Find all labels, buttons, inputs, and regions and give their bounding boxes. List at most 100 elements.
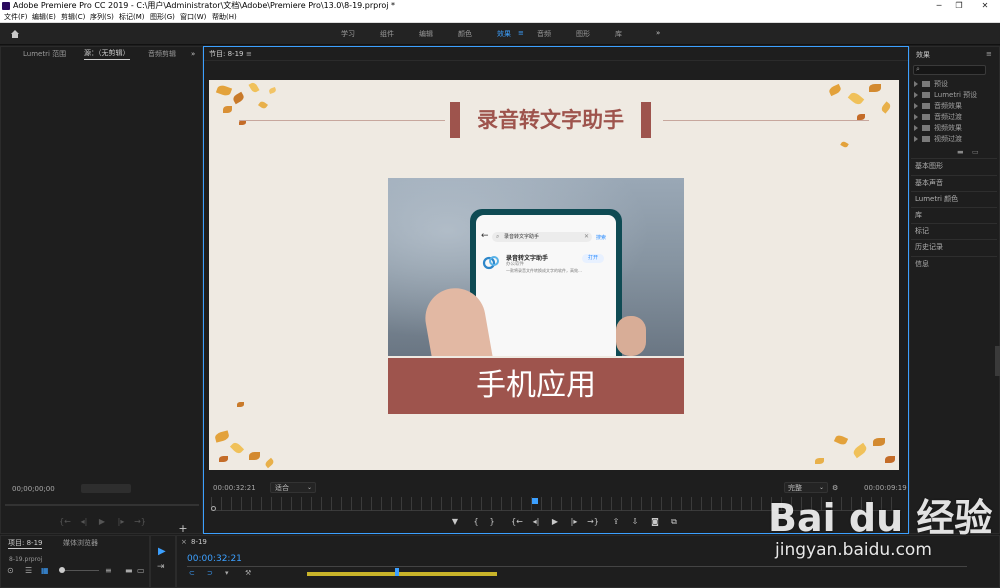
tab-project[interactable]: 项目: 8-19 bbox=[8, 538, 43, 549]
workspace-effects-menu-icon[interactable]: ≡ bbox=[518, 29, 524, 37]
new-bin-folder-icon[interactable]: ▬ bbox=[957, 148, 964, 156]
thumbnail-size-slider[interactable] bbox=[59, 570, 99, 571]
timeline-timecode[interactable]: 00:00:32:21 bbox=[187, 554, 242, 564]
effects-tree-item-audio-transitions[interactable]: 音频过渡 bbox=[914, 112, 962, 122]
source-timecode[interactable]: 00;00;00;00 bbox=[12, 485, 55, 493]
menu-file[interactable]: 文件(F) bbox=[4, 12, 28, 23]
maximize-button[interactable]: ❐ bbox=[948, 0, 970, 12]
tab-audio-clip-mixer[interactable]: 音频剪辑 bbox=[148, 47, 176, 61]
menu-marker[interactable]: 标记(M) bbox=[119, 12, 145, 23]
source-overflow-icon[interactable]: » bbox=[191, 47, 195, 61]
workspace-learn[interactable]: 学习 bbox=[341, 29, 355, 39]
thumbnail-slider-handle[interactable] bbox=[59, 567, 65, 573]
go-to-in-icon[interactable]: {← bbox=[511, 517, 523, 526]
workspace-graphics[interactable]: 图形 bbox=[576, 29, 590, 39]
timeline-playhead[interactable] bbox=[395, 568, 399, 576]
app-logo-icon bbox=[482, 253, 500, 271]
mark-out-icon[interactable]: →} bbox=[134, 517, 146, 526]
tab-source[interactable]: 源：（无剪辑） bbox=[84, 47, 130, 60]
workspace-effects[interactable]: 效果 bbox=[497, 29, 511, 39]
effects-tree-item-video-transitions[interactable]: 视频过渡 bbox=[914, 134, 962, 144]
panel-libraries[interactable]: 库 bbox=[911, 207, 997, 223]
snap-icon[interactable]: ⊂ bbox=[189, 569, 195, 577]
new-item-icon[interactable]: ▭ bbox=[972, 148, 979, 156]
effects-tree-item-presets[interactable]: 预设 bbox=[914, 79, 948, 89]
comparison-view-icon[interactable]: ⧉ bbox=[668, 517, 680, 527]
mark-in-icon[interactable]: {← bbox=[59, 517, 71, 526]
back-arrow-icon: ← bbox=[481, 231, 489, 241]
menu-graphics[interactable]: 图形(G) bbox=[150, 12, 175, 23]
panel-markers[interactable]: 标记 bbox=[911, 223, 997, 239]
sort-icon[interactable]: ≡ bbox=[105, 566, 112, 575]
add-marker-icon[interactable]: ▼ bbox=[449, 517, 461, 526]
close-button[interactable]: ✕ bbox=[974, 0, 996, 12]
panel-lumetri-color[interactable]: Lumetri 颜色 bbox=[911, 191, 997, 207]
workspace-audio[interactable]: 音频 bbox=[537, 29, 551, 39]
timeline-work-area-bar[interactable] bbox=[307, 572, 497, 576]
mark-out-icon[interactable]: } bbox=[486, 517, 498, 526]
slide-caption: 手机应用 bbox=[388, 358, 684, 414]
menu-sequence[interactable]: 序列(S) bbox=[90, 12, 114, 23]
program-timecode[interactable]: 00:00:32:21 bbox=[213, 484, 256, 492]
program-menu-icon[interactable]: ≡ bbox=[246, 47, 252, 61]
workspace-editing[interactable]: 编辑 bbox=[419, 29, 433, 39]
mark-in-icon[interactable]: { bbox=[470, 517, 482, 526]
menu-clip[interactable]: 剪辑(C) bbox=[61, 12, 85, 23]
source-add-button-icon[interactable]: + bbox=[177, 522, 189, 535]
leaf-decoration bbox=[249, 452, 260, 460]
step-forward-icon[interactable]: |▸ bbox=[115, 517, 127, 526]
minimize-button[interactable]: ─ bbox=[928, 0, 950, 12]
effects-scrollbar[interactable] bbox=[995, 346, 1000, 376]
export-frame-camera-icon[interactable]: ◙ bbox=[649, 517, 661, 526]
lock-icon[interactable]: ⊙ bbox=[7, 566, 14, 575]
workspace-color[interactable]: 颜色 bbox=[458, 29, 472, 39]
effects-tree-item-video-effects[interactable]: 视频效果 bbox=[914, 123, 962, 133]
add-marker-icon[interactable]: ▾ bbox=[225, 569, 229, 577]
expand-arrow-icon bbox=[914, 114, 918, 120]
fit-dropdown[interactable]: 适合 ⌄ bbox=[270, 482, 316, 493]
effects-menu-icon[interactable]: ≡ bbox=[986, 50, 992, 58]
extract-icon[interactable]: ⇩ bbox=[629, 517, 641, 526]
panel-info[interactable]: 信息 bbox=[911, 256, 997, 272]
linked-selection-icon[interactable]: ⊃ bbox=[207, 569, 213, 577]
timeline-sequence-tab[interactable]: 8-19 bbox=[191, 538, 207, 546]
list-view-icon[interactable]: ☰ bbox=[25, 566, 32, 575]
timeline-close-icon[interactable]: × bbox=[181, 538, 187, 546]
panel-history[interactable]: 历史记录 bbox=[911, 239, 997, 255]
go-to-out-icon[interactable]: →} bbox=[587, 517, 599, 526]
effects-panel-title[interactable]: 效果 bbox=[916, 50, 930, 60]
workspace-overflow-icon[interactable]: » bbox=[656, 29, 660, 37]
panel-essential-graphics[interactable]: 基本图形 bbox=[911, 158, 997, 174]
source-time-ruler[interactable] bbox=[5, 504, 199, 506]
workspace-assembly[interactable]: 组件 bbox=[380, 29, 394, 39]
new-item-icon[interactable]: ▭ bbox=[137, 566, 145, 575]
menu-window[interactable]: 窗口(W) bbox=[180, 12, 206, 23]
timeline-ruler[interactable] bbox=[187, 566, 967, 567]
new-bin-icon[interactable]: ▬ bbox=[125, 566, 133, 575]
step-back-icon[interactable]: ◂| bbox=[78, 517, 90, 526]
play-icon[interactable]: ▶ bbox=[549, 517, 561, 526]
effects-tree-item-audio-effects[interactable]: 音频效果 bbox=[914, 101, 962, 111]
program-tab[interactable]: 节目: 8-19 bbox=[209, 47, 243, 61]
playhead[interactable] bbox=[532, 498, 539, 504]
ruler-start-handle[interactable] bbox=[211, 506, 216, 511]
folder-icon bbox=[922, 136, 930, 142]
panel-essential-sound[interactable]: 基本声音 bbox=[911, 175, 997, 191]
tab-media-browser[interactable]: 媒体浏览器 bbox=[63, 538, 98, 548]
menu-help[interactable]: 帮助(H) bbox=[212, 12, 237, 23]
effects-search-input[interactable]: ⌕ bbox=[913, 65, 986, 75]
wrench-icon[interactable]: ⚒ bbox=[245, 569, 251, 577]
selection-tool-icon[interactable]: ▶ bbox=[158, 546, 166, 557]
lift-icon[interactable]: ⇪ bbox=[610, 517, 622, 526]
effects-tree-item-lumetri-presets[interactable]: Lumetri 预设 bbox=[914, 90, 977, 100]
menu-edit[interactable]: 编辑(E) bbox=[32, 12, 56, 23]
workspace-libraries[interactable]: 库 bbox=[615, 29, 622, 39]
source-zoom-control[interactable] bbox=[81, 484, 131, 493]
tab-lumetri-scopes[interactable]: Lumetri 范围 bbox=[23, 47, 66, 61]
step-forward-icon[interactable]: |▸ bbox=[568, 517, 580, 526]
home-icon[interactable] bbox=[10, 29, 20, 39]
step-back-icon[interactable]: ◂| bbox=[530, 517, 542, 526]
play-icon[interactable]: ▶ bbox=[96, 517, 108, 526]
icon-view-icon[interactable]: ▦ bbox=[41, 566, 49, 575]
track-select-tool-icon[interactable]: ⇥ bbox=[157, 562, 165, 572]
